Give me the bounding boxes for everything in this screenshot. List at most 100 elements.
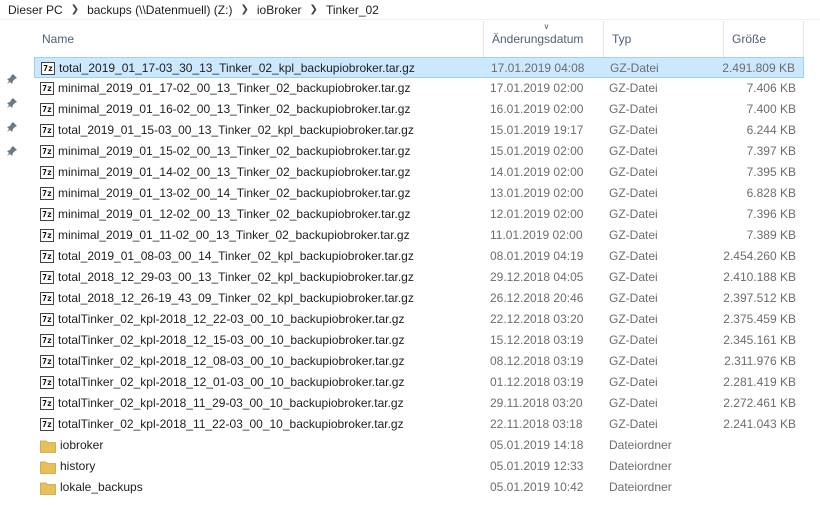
file-name: total_2019_01_15-03_00_13_Tinker_02_kpl_… [58, 123, 414, 137]
file-name: lokale_backups [60, 480, 143, 494]
file-row[interactable]: 7z total_2019_01_17-03_30_13_Tinker_02_kp… [34, 57, 804, 78]
vertical-scrollbar[interactable] [804, 21, 820, 505]
file-name: total_2018_12_26-19_43_09_Tinker_02_kpl_… [58, 291, 414, 305]
file-name-cell: 7z total_2019_01_17-03_30_13_Tinker_02_kp… [41, 58, 415, 79]
file-name: minimal_2019_01_13-02_00_14_Tinker_02_ba… [58, 186, 411, 200]
sort-arrow-icon: ∨ [543, 22, 550, 31]
archive-icon: 7z [40, 334, 54, 347]
file-date: 29.12.2018 04:05 [490, 270, 584, 284]
file-name: minimal_2019_01_15-02_00_13_Tinker_02_ba… [58, 144, 411, 158]
file-type: GZ-Datei [609, 186, 658, 200]
chevron-right-icon[interactable]: ❯ [308, 4, 320, 15]
file-row[interactable]: 7z totalTinker_02_kpl-2018_11_22-03_00_10… [34, 414, 804, 435]
breadcrumb-item-iobroker[interactable]: ioBroker [251, 3, 308, 17]
file-row[interactable]: 7z minimal_2019_01_12-02_00_13_Tinker_02_… [34, 204, 804, 225]
file-row[interactable]: 7z total_2019_01_15-03_00_13_Tinker_02_kp… [34, 120, 804, 141]
file-date: 15.01.2019 19:17 [490, 123, 584, 137]
archive-icon: 7z [40, 82, 54, 95]
file-name-cell: history [40, 456, 95, 477]
file-type: GZ-Datei [609, 123, 658, 137]
file-row[interactable]: 7z minimal_2019_01_17-02_00_13_Tinker_02_… [34, 78, 804, 99]
file-name-cell: 7z total_2019_01_15-03_00_13_Tinker_02_kp… [40, 120, 414, 141]
file-type: GZ-Datei [609, 207, 658, 221]
file-date: 01.12.2018 03:19 [490, 375, 584, 389]
file-type: GZ-Datei [609, 396, 658, 410]
file-row[interactable]: 7z totalTinker_02_kpl-2018_11_29-03_00_10… [34, 393, 804, 414]
file-size: 7.396 KB [746, 207, 796, 221]
file-date: 26.12.2018 20:46 [490, 291, 584, 305]
chevron-right-icon[interactable]: ❯ [69, 4, 81, 15]
file-size: 6.828 KB [746, 186, 796, 200]
breadcrumb: Dieser PC ❯ backups (\\Datenmuell) (Z:) … [0, 0, 820, 20]
file-size: 6.244 KB [746, 123, 796, 137]
file-row[interactable]: 7z totalTinker_02_kpl-2018_12_01-03_00_10… [34, 372, 804, 393]
file-row[interactable]: 7z total_2019_01_08-03_00_14_Tinker_02_kp… [34, 246, 804, 267]
file-type: GZ-Datei [609, 270, 658, 284]
breadcrumb-item-backups-drive[interactable]: backups (\\Datenmuell) (Z:) [81, 3, 238, 17]
file-row[interactable]: history 05.01.2019 12:33 Dateiordner [34, 456, 804, 477]
file-type: GZ-Datei [609, 81, 658, 95]
file-row[interactable]: 7z totalTinker_02_kpl-2018_12_15-03_00_10… [34, 330, 804, 351]
pin-icon[interactable] [6, 73, 18, 85]
file-row[interactable]: 7z total_2018_12_29-03_00_13_Tinker_02_kp… [34, 267, 804, 288]
file-date: 05.01.2019 14:18 [490, 438, 584, 452]
column-header-size[interactable]: Größe [724, 21, 804, 57]
file-size: 7.397 KB [746, 144, 796, 158]
pin-icon[interactable] [6, 145, 18, 157]
file-row[interactable]: 7z minimal_2019_01_16-02_00_13_Tinker_02_… [34, 99, 804, 120]
file-type: GZ-Datei [609, 144, 658, 158]
file-size: 2.491.809 KB [722, 61, 795, 75]
archive-icon: 7z [40, 166, 54, 179]
file-size: 2.454.260 KB [723, 249, 796, 263]
pin-icon[interactable] [6, 121, 18, 133]
file-row[interactable]: 7z totalTinker_02_kpl-2018_12_08-03_00_10… [34, 351, 804, 372]
file-row[interactable]: lokale_backups 05.01.2019 10:42 Dateiordne… [34, 477, 804, 498]
file-name: iobroker [60, 438, 104, 452]
file-date: 17.01.2019 04:08 [491, 61, 585, 75]
folder-icon [40, 482, 56, 495]
file-type: Dateiordner [609, 480, 672, 494]
column-header-type[interactable]: Typ [604, 21, 724, 57]
file-date: 05.01.2019 12:33 [490, 459, 584, 473]
breadcrumb-item-this-pc[interactable]: Dieser PC [2, 3, 69, 17]
file-name-cell: iobroker [40, 435, 103, 456]
file-row[interactable]: 7z minimal_2019_01_14-02_00_13_Tinker_02_… [34, 162, 804, 183]
file-name: totalTinker_02_kpl-2018_12_22-03_00_10_b… [58, 312, 405, 326]
file-name-cell: 7z total_2018_12_26-19_43_09_Tinker_02_kp… [40, 288, 414, 309]
file-name-cell: lokale_backups [40, 477, 143, 498]
file-row[interactable]: 7z minimal_2019_01_15-02_00_13_Tinker_02_… [34, 141, 804, 162]
file-date: 14.01.2019 02:00 [490, 165, 584, 179]
column-header-name[interactable]: Name [34, 21, 484, 57]
file-size: 2.281.419 KB [723, 375, 796, 389]
file-date: 08.12.2018 03:19 [490, 354, 584, 368]
file-row[interactable]: iobroker 05.01.2019 14:18 Dateiordner [34, 435, 804, 456]
column-header-date[interactable]: ∨ Änderungsdatum [484, 21, 604, 57]
file-name: minimal_2019_01_16-02_00_13_Tinker_02_ba… [58, 102, 411, 116]
file-name: totalTinker_02_kpl-2018_11_22-03_00_10_b… [58, 417, 404, 431]
file-name: history [60, 459, 96, 473]
file-date: 16.01.2019 02:00 [490, 102, 584, 116]
file-date: 15.12.2018 03:19 [490, 333, 584, 347]
file-name-cell: 7z totalTinker_02_kpl-2018_12_01-03_00_10… [40, 372, 404, 393]
file-name: minimal_2019_01_14-02_00_13_Tinker_02_ba… [58, 165, 411, 179]
file-name: totalTinker_02_kpl-2018_12_01-03_00_10_b… [58, 375, 405, 389]
file-name: total_2019_01_08-03_00_14_Tinker_02_kpl_… [58, 249, 414, 263]
archive-icon: 7z [40, 271, 54, 284]
file-size: 7.400 KB [746, 102, 796, 116]
file-name-cell: 7z minimal_2019_01_12-02_00_13_Tinker_02_… [40, 204, 410, 225]
file-date: 13.01.2019 02:00 [490, 186, 584, 200]
file-row[interactable]: 7z totalTinker_02_kpl-2018_12_22-03_00_10… [34, 309, 804, 330]
breadcrumb-item-tinker-02[interactable]: Tinker_02 [320, 3, 385, 17]
file-row[interactable]: 7z minimal_2019_01_13-02_00_14_Tinker_02_… [34, 183, 804, 204]
file-name-cell: 7z minimal_2019_01_15-02_00_13_Tinker_02_… [40, 141, 410, 162]
file-type: GZ-Datei [610, 61, 659, 75]
pin-icon[interactable] [6, 97, 18, 109]
file-type: GZ-Datei [609, 228, 658, 242]
file-name: minimal_2019_01_12-02_00_13_Tinker_02_ba… [58, 207, 411, 221]
file-row[interactable]: 7z total_2018_12_26-19_43_09_Tinker_02_kp… [34, 288, 804, 309]
chevron-right-icon[interactable]: ❯ [238, 4, 250, 15]
archive-icon: 7z [40, 187, 54, 200]
archive-icon: 7z [40, 292, 54, 305]
file-row[interactable]: 7z minimal_2019_01_11-02_00_13_Tinker_02_… [34, 225, 804, 246]
file-type: GZ-Datei [609, 249, 658, 263]
